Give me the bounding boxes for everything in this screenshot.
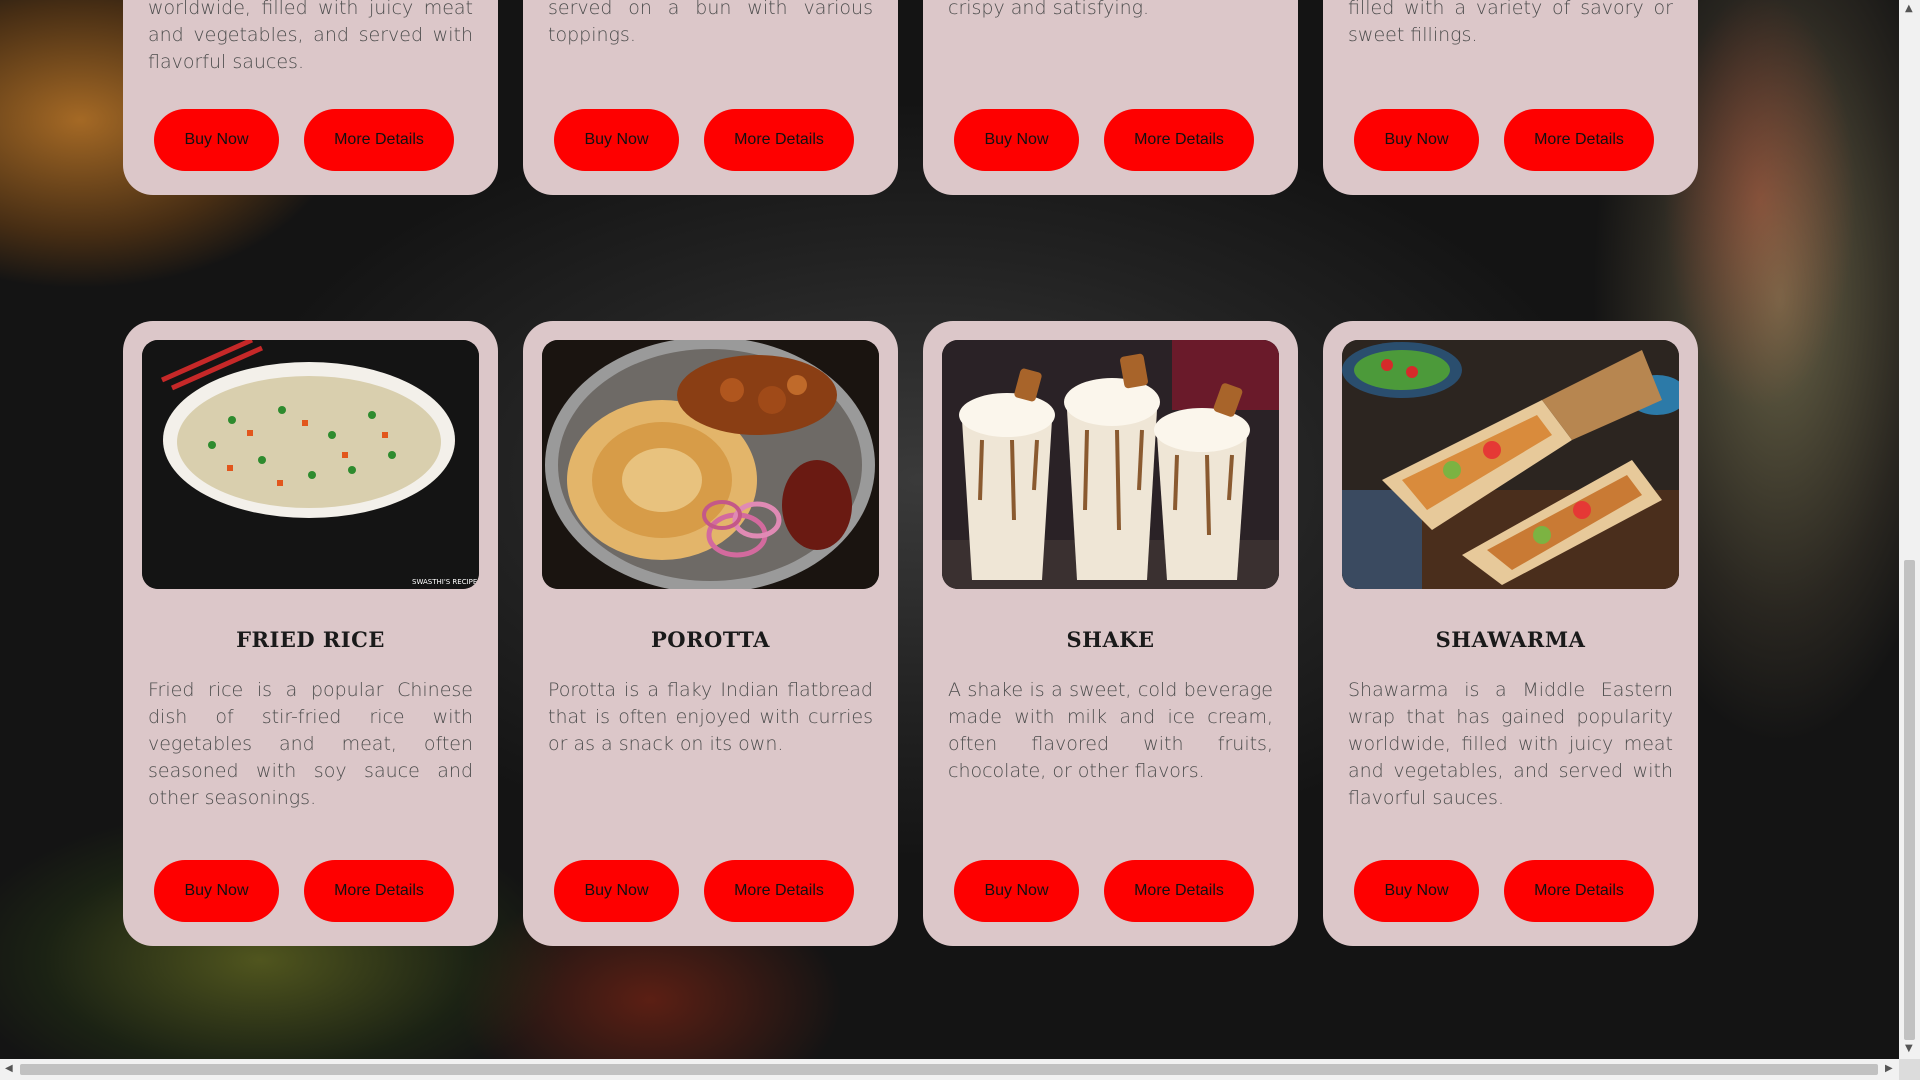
image-watermark: SWASTHI'S RECIPES [412, 578, 479, 586]
card-description: Porotta is a flaky Indian flatbread that… [548, 679, 873, 755]
scrollbar-corner [1899, 1059, 1920, 1080]
scroll-right-arrow-icon[interactable]: ▶ [1885, 1063, 1893, 1074]
menu-card-shawarma: SHAWARMA Shawarma is a Middle Eastern wr… [1323, 321, 1698, 946]
vertical-scrollbar[interactable]: ▲ ▼ [1899, 0, 1920, 1059]
buy-now-button[interactable]: Buy Now [554, 109, 679, 171]
card-description: A shake is a sweet, cold beverage made w… [948, 679, 1273, 782]
horizontal-scrollbar[interactable]: ◀ ▶ [0, 1059, 1899, 1080]
porotta-plate-image [542, 340, 879, 589]
card-title: SHAKE [1066, 627, 1155, 652]
card-description: crispy and satisfying. [948, 0, 1150, 19]
fried-rice-illustration: SWASTHI'S RECIPES [142, 340, 479, 589]
menu-card-top-3: crispy and satisfying. Buy Now More Deta… [923, 0, 1298, 195]
shawarma-wraps-image [1342, 340, 1679, 589]
menu-card-fried-rice: SWASTHI'S RECIPES FRIED RICE Fried rice … [123, 321, 498, 946]
more-details-button[interactable]: More Details [1504, 860, 1654, 922]
buy-now-button[interactable]: Buy Now [154, 860, 279, 922]
menu-card-porotta: POROTTA Porotta is a flaky Indian flatbr… [523, 321, 898, 946]
buy-now-button[interactable]: Buy Now [1354, 860, 1479, 922]
card-description: Fried rice is a popular Chinese dish of … [148, 679, 473, 809]
menu-card-top-4: filled with a variety of savory or sweet… [1323, 0, 1698, 195]
card-title: POROTTA [651, 627, 770, 652]
buy-now-button[interactable]: Buy Now [954, 109, 1079, 171]
buy-now-button[interactable]: Buy Now [954, 860, 1079, 922]
porotta-illustration [542, 340, 879, 589]
buy-now-button[interactable]: Buy Now [154, 109, 279, 171]
scroll-up-arrow-icon[interactable]: ▲ [1905, 3, 1913, 14]
card-title: FRIED RICE [236, 627, 385, 652]
menu-card-shake: SHAKE A shake is a sweet, cold beverage … [923, 321, 1298, 946]
scroll-left-arrow-icon[interactable]: ◀ [5, 1063, 13, 1074]
more-details-button[interactable]: More Details [304, 109, 454, 171]
milkshake-cups-image [942, 340, 1279, 589]
buy-now-button[interactable]: Buy Now [554, 860, 679, 922]
more-details-button[interactable]: More Details [1104, 860, 1254, 922]
more-details-button[interactable]: More Details [704, 860, 854, 922]
card-title: SHAWARMA [1435, 627, 1586, 652]
card-description: served on a bun with various toppings. [548, 0, 873, 46]
more-details-button[interactable]: More Details [304, 860, 454, 922]
vertical-scroll-thumb[interactable] [1904, 560, 1915, 1040]
shawarma-illustration [1342, 340, 1679, 589]
more-details-button[interactable]: More Details [1104, 109, 1254, 171]
card-description: worldwide, filled with juicy meat and ve… [148, 0, 473, 73]
scroll-down-arrow-icon[interactable]: ▼ [1905, 1043, 1913, 1054]
more-details-button[interactable]: More Details [704, 109, 854, 171]
buy-now-button[interactable]: Buy Now [1354, 109, 1479, 171]
card-description: filled with a variety of savory or sweet… [1348, 0, 1673, 46]
horizontal-scroll-thumb[interactable] [20, 1064, 1878, 1075]
more-details-button[interactable]: More Details [1504, 109, 1654, 171]
card-description: Shawarma is a Middle Eastern wrap that h… [1348, 679, 1673, 809]
shake-illustration [942, 340, 1279, 589]
menu-card-top-2: served on a bun with various toppings. B… [523, 0, 898, 195]
fried-rice-bowl-image: SWASTHI'S RECIPES [142, 340, 479, 589]
menu-card-top-1: worldwide, filled with juicy meat and ve… [123, 0, 498, 195]
